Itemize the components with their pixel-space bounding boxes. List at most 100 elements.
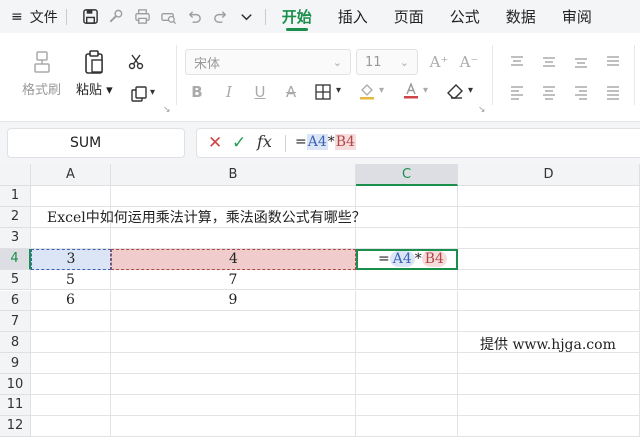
- font-launcher-icon[interactable]: ↘: [478, 105, 486, 115]
- cell-d2[interactable]: [458, 206, 640, 228]
- cell-b1[interactable]: [111, 186, 356, 207]
- menu-icon[interactable]: ≡: [11, 0, 23, 33]
- cell-b5[interactable]: 7: [111, 269, 356, 291]
- cell-b3[interactable]: [111, 227, 356, 249]
- font-name-select[interactable]: 宋体 ⌄: [185, 49, 351, 75]
- underline-icon[interactable]: U: [249, 81, 271, 103]
- borders-icon[interactable]: [312, 81, 334, 103]
- shrink-font-icon[interactable]: A⁻: [458, 51, 480, 73]
- cell-c7[interactable]: [356, 311, 458, 333]
- borders-dropdown-icon[interactable]: ▾: [336, 85, 341, 96]
- cell-c2[interactable]: [356, 206, 458, 228]
- save-icon[interactable]: [81, 7, 101, 27]
- cell-b4[interactable]: 4: [111, 248, 356, 270]
- row-header-8[interactable]: 8: [0, 332, 31, 354]
- align-bottom-icon[interactable]: [570, 51, 592, 73]
- cell-d7[interactable]: [458, 311, 640, 333]
- cut-icon[interactable]: [125, 51, 147, 73]
- format-painter-icon[interactable]: [107, 7, 127, 27]
- align-right-icon[interactable]: [570, 81, 592, 103]
- fill-color-icon[interactable]: [356, 80, 378, 102]
- tab-home[interactable]: 开始: [282, 0, 312, 33]
- cell-d10[interactable]: [458, 374, 640, 395]
- name-box[interactable]: SUM: [7, 128, 185, 158]
- format-painter-button[interactable]: 格式刷: [22, 49, 61, 98]
- row-header-9[interactable]: 9: [0, 353, 31, 375]
- cell-b11[interactable]: [111, 395, 356, 416]
- cell-c10[interactable]: [356, 374, 458, 395]
- cell-c1[interactable]: [356, 186, 458, 207]
- row-header-2[interactable]: 2: [0, 206, 31, 228]
- copy-icon[interactable]: [128, 83, 150, 105]
- cell-d1[interactable]: [458, 186, 640, 207]
- cell-a4[interactable]: 3: [31, 248, 111, 270]
- fill-color-dropdown-icon[interactable]: ▾: [379, 85, 384, 96]
- bold-icon[interactable]: B: [186, 81, 208, 103]
- copy-dropdown-icon[interactable]: ▾: [150, 87, 155, 98]
- cell-a8[interactable]: [31, 332, 111, 354]
- paste-button[interactable]: 粘贴 ▾: [76, 49, 113, 98]
- cancel-icon[interactable]: ✕: [208, 133, 222, 153]
- more-chevron-icon[interactable]: [237, 7, 257, 27]
- column-header-a[interactable]: A: [31, 164, 111, 186]
- cell-b6[interactable]: 9: [111, 290, 356, 312]
- tab-data[interactable]: 数据: [506, 0, 536, 33]
- cell-c4[interactable]: = A4 * B4: [356, 248, 458, 270]
- tab-formulas[interactable]: 公式: [450, 0, 480, 33]
- cell-c3[interactable]: [356, 227, 458, 249]
- cell-a7[interactable]: [31, 311, 111, 333]
- cell-d5[interactable]: [458, 269, 640, 291]
- row-header-5[interactable]: 5: [0, 269, 31, 291]
- cell-c8[interactable]: [356, 332, 458, 354]
- italic-icon[interactable]: I: [218, 81, 240, 103]
- formula-input-area[interactable]: ✕ ✓ fx =A4*B4: [196, 128, 640, 158]
- redo-icon[interactable]: [211, 7, 231, 27]
- insert-function-icon[interactable]: fx: [257, 132, 272, 151]
- select-all-corner[interactable]: [0, 164, 31, 186]
- distribute-icon[interactable]: [602, 81, 624, 103]
- clipboard-launcher-icon[interactable]: ↘: [163, 105, 171, 115]
- font-size-select[interactable]: 11 ⌄: [356, 49, 418, 75]
- formula-input[interactable]: =A4*B4: [295, 134, 356, 150]
- column-header-b[interactable]: B: [111, 164, 356, 186]
- cell-d4[interactable]: [458, 248, 640, 270]
- row-header-7[interactable]: 7: [0, 311, 31, 333]
- cell-c5[interactable]: [356, 269, 458, 291]
- align-left-icon[interactable]: [506, 81, 528, 103]
- clear-format-dropdown-icon[interactable]: ▾: [468, 85, 473, 96]
- cell-a5[interactable]: 5: [31, 269, 111, 291]
- row-header-10[interactable]: 10: [0, 374, 31, 395]
- grow-font-icon[interactable]: A⁺: [428, 51, 450, 73]
- cell-a11[interactable]: [31, 395, 111, 416]
- cell-c9[interactable]: [356, 353, 458, 375]
- cell-d9[interactable]: [458, 353, 640, 375]
- align-top-icon[interactable]: [506, 51, 528, 73]
- column-header-c[interactable]: C: [356, 164, 458, 186]
- file-menu[interactable]: 文件: [30, 0, 58, 33]
- cell-b7[interactable]: [111, 311, 356, 333]
- cell-d6[interactable]: [458, 290, 640, 312]
- row-header-6[interactable]: 6: [0, 290, 31, 312]
- clear-format-icon[interactable]: [444, 81, 466, 103]
- row-header-11[interactable]: 11: [0, 395, 31, 416]
- row-header-1[interactable]: 1: [0, 186, 31, 207]
- print-preview-icon[interactable]: [159, 7, 179, 27]
- cell-b9[interactable]: [111, 353, 356, 375]
- tab-page[interactable]: 页面: [394, 0, 424, 33]
- tab-review[interactable]: 审阅: [562, 0, 592, 33]
- cell-b8[interactable]: [111, 332, 356, 354]
- confirm-icon[interactable]: ✓: [232, 133, 246, 153]
- row-header-4[interactable]: 4: [0, 248, 31, 270]
- font-color-dropdown-icon[interactable]: ▾: [423, 85, 428, 96]
- cell-d11[interactable]: [458, 395, 640, 416]
- strikethrough-icon[interactable]: A: [280, 81, 302, 103]
- cell-b12[interactable]: [111, 415, 356, 437]
- undo-icon[interactable]: [185, 7, 205, 27]
- align-justify-icon[interactable]: [602, 51, 624, 73]
- cell-b10[interactable]: [111, 374, 356, 395]
- row-header-12[interactable]: 12: [0, 415, 31, 437]
- cell-a1[interactable]: [31, 186, 111, 207]
- cell-a6[interactable]: 6: [31, 290, 111, 312]
- cell-c11[interactable]: [356, 395, 458, 416]
- cell-a3[interactable]: [31, 227, 111, 249]
